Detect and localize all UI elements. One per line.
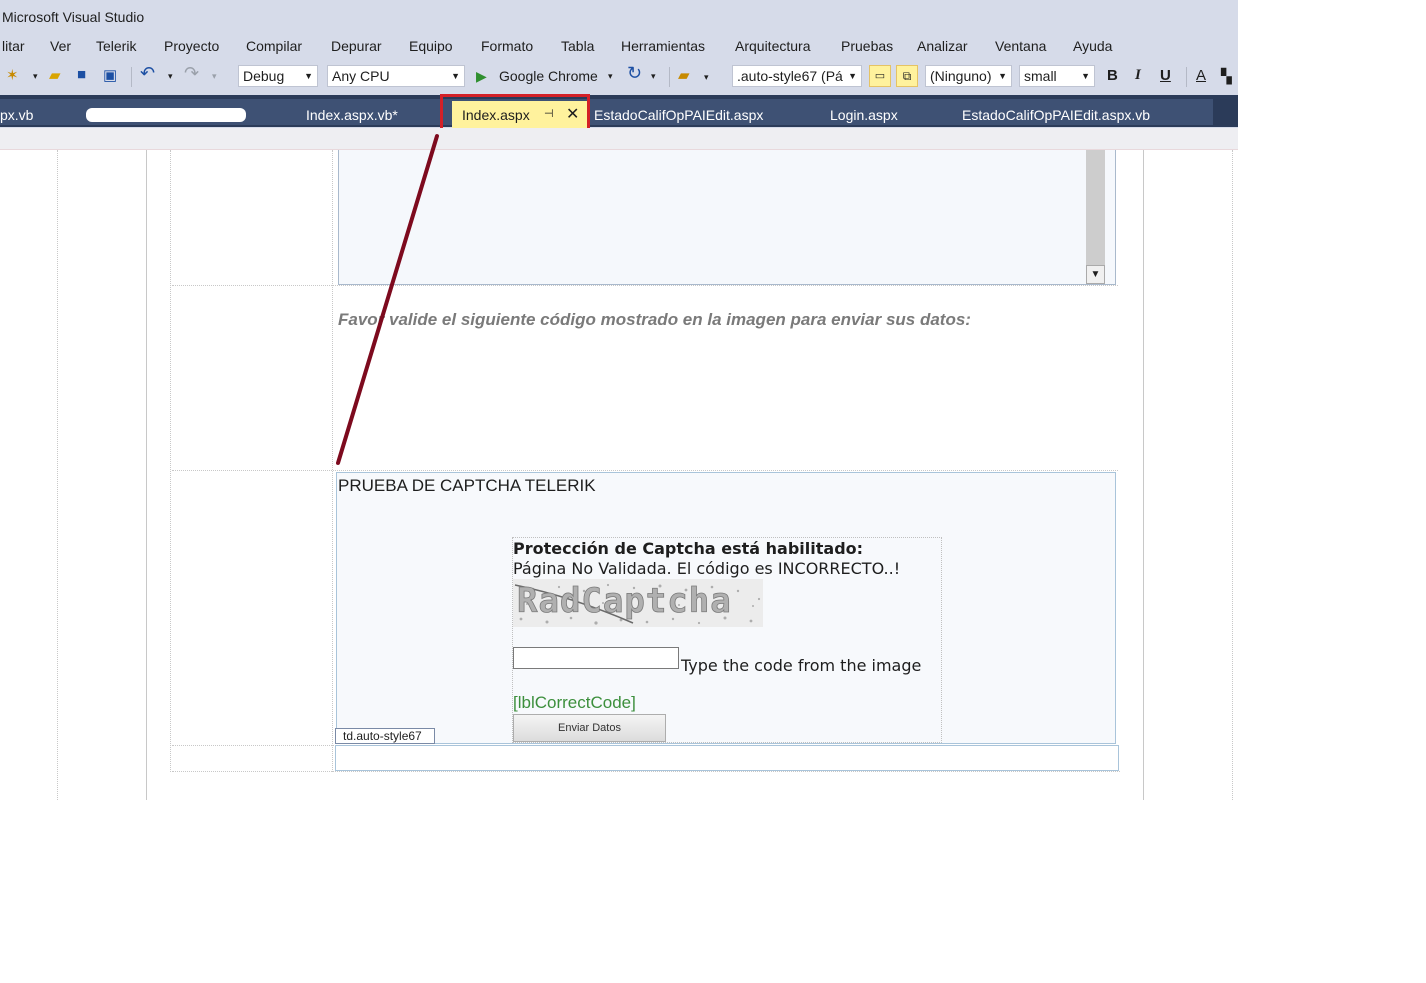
toolbar-separator — [131, 67, 132, 87]
empty-table-row[interactable] — [335, 745, 1119, 771]
font-name-combo[interactable]: (Ninguno) ▼ — [925, 65, 1012, 87]
table-outline — [57, 150, 58, 800]
tab-px-vb[interactable]: px.vb — [0, 107, 33, 123]
row-divider — [172, 470, 1118, 471]
menu-ventana[interactable]: Ventana — [995, 38, 1046, 54]
play-icon[interactable]: ▶ — [476, 68, 487, 85]
toolbar-separator — [669, 67, 670, 87]
redo-dropdown-icon[interactable]: ▾ — [212, 71, 217, 82]
new-project-icon[interactable]: ✶ — [6, 66, 19, 84]
menu-compilar[interactable]: Compilar — [246, 38, 302, 54]
page-border-right — [1143, 150, 1144, 800]
menu-ayuda[interactable]: Ayuda — [1073, 38, 1112, 54]
style-target-combo[interactable]: .auto-style67 (Pá ▼ — [732, 65, 862, 87]
chevron-down-icon: ▼ — [304, 71, 313, 81]
toolbar-separator — [1186, 67, 1187, 87]
captcha-image: RadCaptcha — [513, 579, 763, 627]
redacted-tab[interactable] — [86, 108, 246, 122]
highlight-box — [440, 94, 590, 132]
captcha-error-message: Página No Validada. El código es INCORRE… — [513, 559, 901, 578]
design-view-icon[interactable]: ▭ — [869, 65, 891, 87]
font-color-button[interactable]: A — [1196, 67, 1206, 84]
font-name-value: (Ninguno) — [930, 68, 992, 84]
captcha-section-title: PRUEBA DE CAPTCHA TELERIK — [338, 476, 596, 495]
menu-telerik[interactable]: Telerik — [96, 38, 136, 54]
refresh-dropdown-icon[interactable]: ▾ — [651, 71, 656, 82]
find-files-icon[interactable]: ▰ — [678, 66, 690, 84]
menu-equipo[interactable]: Equipo — [409, 38, 453, 54]
row-divider — [172, 285, 1118, 286]
new-dropdown-icon[interactable]: ▾ — [33, 71, 38, 82]
menu-herramientas[interactable]: Herramientas — [621, 38, 705, 54]
captcha-protection-title: Protección de Captcha está habilitado: — [513, 539, 864, 558]
page-border-left — [146, 150, 147, 800]
undo-dropdown-icon[interactable]: ▾ — [168, 71, 173, 82]
menu-depurar[interactable]: Depurar — [331, 38, 382, 54]
config-combo[interactable]: Debug ▼ — [238, 65, 318, 87]
menu-arquitectura[interactable]: Arquitectura — [735, 38, 810, 54]
open-folder-icon[interactable]: ▰ — [49, 66, 61, 84]
menu-bar: litar Ver Telerik Proyecto Compilar Depu… — [0, 38, 1238, 58]
save-icon[interactable]: ■ — [77, 66, 86, 83]
bold-button[interactable]: B — [1107, 67, 1118, 84]
menu-editar[interactable]: litar — [2, 38, 25, 54]
save-all-icon[interactable]: ▣ — [103, 66, 117, 84]
redo-icon[interactable]: ↷ — [184, 63, 199, 84]
platform-combo[interactable]: Any CPU ▼ — [327, 65, 465, 87]
table-outline — [1232, 150, 1233, 800]
chevron-down-icon: ▼ — [998, 71, 1007, 81]
captcha-image-text: RadCaptcha — [517, 581, 732, 621]
menu-pruebas[interactable]: Pruebas — [841, 38, 893, 54]
chevron-down-icon: ▼ — [451, 71, 460, 81]
run-dropdown-icon[interactable]: ▾ — [608, 71, 613, 82]
table-outline — [332, 150, 333, 772]
captcha-code-input[interactable] — [513, 647, 679, 669]
document-subbar — [0, 128, 1238, 150]
split-view-icon[interactable]: ⧉ — [896, 65, 918, 87]
run-target[interactable]: Google Chrome — [499, 68, 598, 84]
row-divider — [172, 745, 336, 746]
refresh-icon[interactable]: ↻ — [627, 63, 642, 84]
vertical-scrollbar[interactable] — [1086, 150, 1105, 265]
multiline-textbox[interactable] — [338, 150, 1116, 285]
menu-tabla[interactable]: Tabla — [561, 38, 594, 54]
platform-value: Any CPU — [332, 68, 390, 84]
correct-code-label: [lblCorrectCode] — [513, 693, 636, 712]
menu-formato[interactable]: Formato — [481, 38, 533, 54]
font-size-combo[interactable]: small ▼ — [1019, 65, 1095, 87]
element-tag[interactable]: td.auto-style67 — [335, 728, 435, 744]
validate-instruction: Favor valide el siguiente código mostrad… — [338, 310, 971, 329]
background-color-icon[interactable]: ▚ — [1221, 68, 1232, 85]
tab-login-aspx[interactable]: Login.aspx — [830, 107, 898, 123]
tab-estadocalif-aspx-vb[interactable]: EstadoCalifOpPAIEdit.aspx.vb — [962, 107, 1150, 123]
style-target-value: .auto-style67 (Pá — [737, 68, 843, 84]
undo-icon[interactable]: ↶ — [140, 63, 155, 84]
config-value: Debug — [243, 68, 285, 84]
menu-proyecto[interactable]: Proyecto — [164, 38, 219, 54]
toolbar-overflow-icon[interactable]: ▾ — [704, 72, 709, 83]
tab-index-aspx-vb[interactable]: Index.aspx.vb* — [306, 107, 398, 123]
chevron-down-icon: ▼ — [848, 71, 857, 81]
tab-estadocalif-aspx[interactable]: EstadoCalifOpPAIEdit.aspx — [594, 107, 763, 123]
row-divider — [172, 771, 1120, 772]
captcha-input-label: Type the code from the image — [681, 656, 922, 675]
underline-button[interactable]: U — [1160, 67, 1171, 84]
chevron-down-icon: ▼ — [1081, 71, 1090, 81]
table-outline — [170, 150, 171, 772]
send-data-button[interactable]: Enviar Datos — [513, 714, 666, 742]
window-title: Microsoft Visual Studio — [2, 9, 145, 25]
scroll-down-button[interactable]: ▼ — [1086, 265, 1105, 284]
italic-button[interactable]: I — [1135, 67, 1141, 84]
menu-ver[interactable]: Ver — [50, 38, 71, 54]
menu-analizar[interactable]: Analizar — [917, 38, 968, 54]
font-size-value: small — [1024, 68, 1057, 84]
toolbar: ✶ ▾ ▰ ■ ▣ ↶ ▾ ↷ ▾ Debug ▼ Any CPU ▼ ▶ Go… — [0, 62, 1238, 92]
